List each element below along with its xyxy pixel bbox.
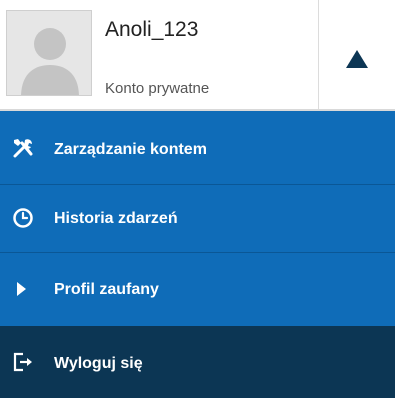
logout-label: Wyloguj się xyxy=(54,355,143,372)
user-avatar-placeholder-icon xyxy=(7,11,91,95)
menu-item-label: Profil zaufany xyxy=(54,281,159,298)
menu-item-label: Historia zdarzeń xyxy=(54,210,178,227)
account-menu-panel: Anoli_123 Konto prywatne Zarządzanie kon… xyxy=(0,0,404,398)
clock-icon xyxy=(12,207,34,229)
account-type-label: Konto prywatne xyxy=(105,80,210,97)
menu-item-account-management[interactable]: Zarządzanie kontem xyxy=(0,111,395,185)
user-header: Anoli_123 Konto prywatne xyxy=(0,0,396,111)
menu-item-event-history[interactable]: Historia zdarzeń xyxy=(0,185,395,253)
logout-button[interactable]: Wyloguj się xyxy=(0,326,395,398)
avatar xyxy=(6,10,92,96)
username: Anoli_123 xyxy=(105,18,199,41)
play-arrow-icon xyxy=(12,278,34,300)
caret-up-icon xyxy=(346,50,368,68)
menu-item-label: Zarządzanie kontem xyxy=(54,141,207,158)
tools-icon xyxy=(12,137,34,159)
menu-item-trusted-profile[interactable]: Profil zaufany xyxy=(0,253,395,326)
logout-icon xyxy=(12,351,34,373)
menu-collapse-toggle[interactable] xyxy=(318,0,396,109)
